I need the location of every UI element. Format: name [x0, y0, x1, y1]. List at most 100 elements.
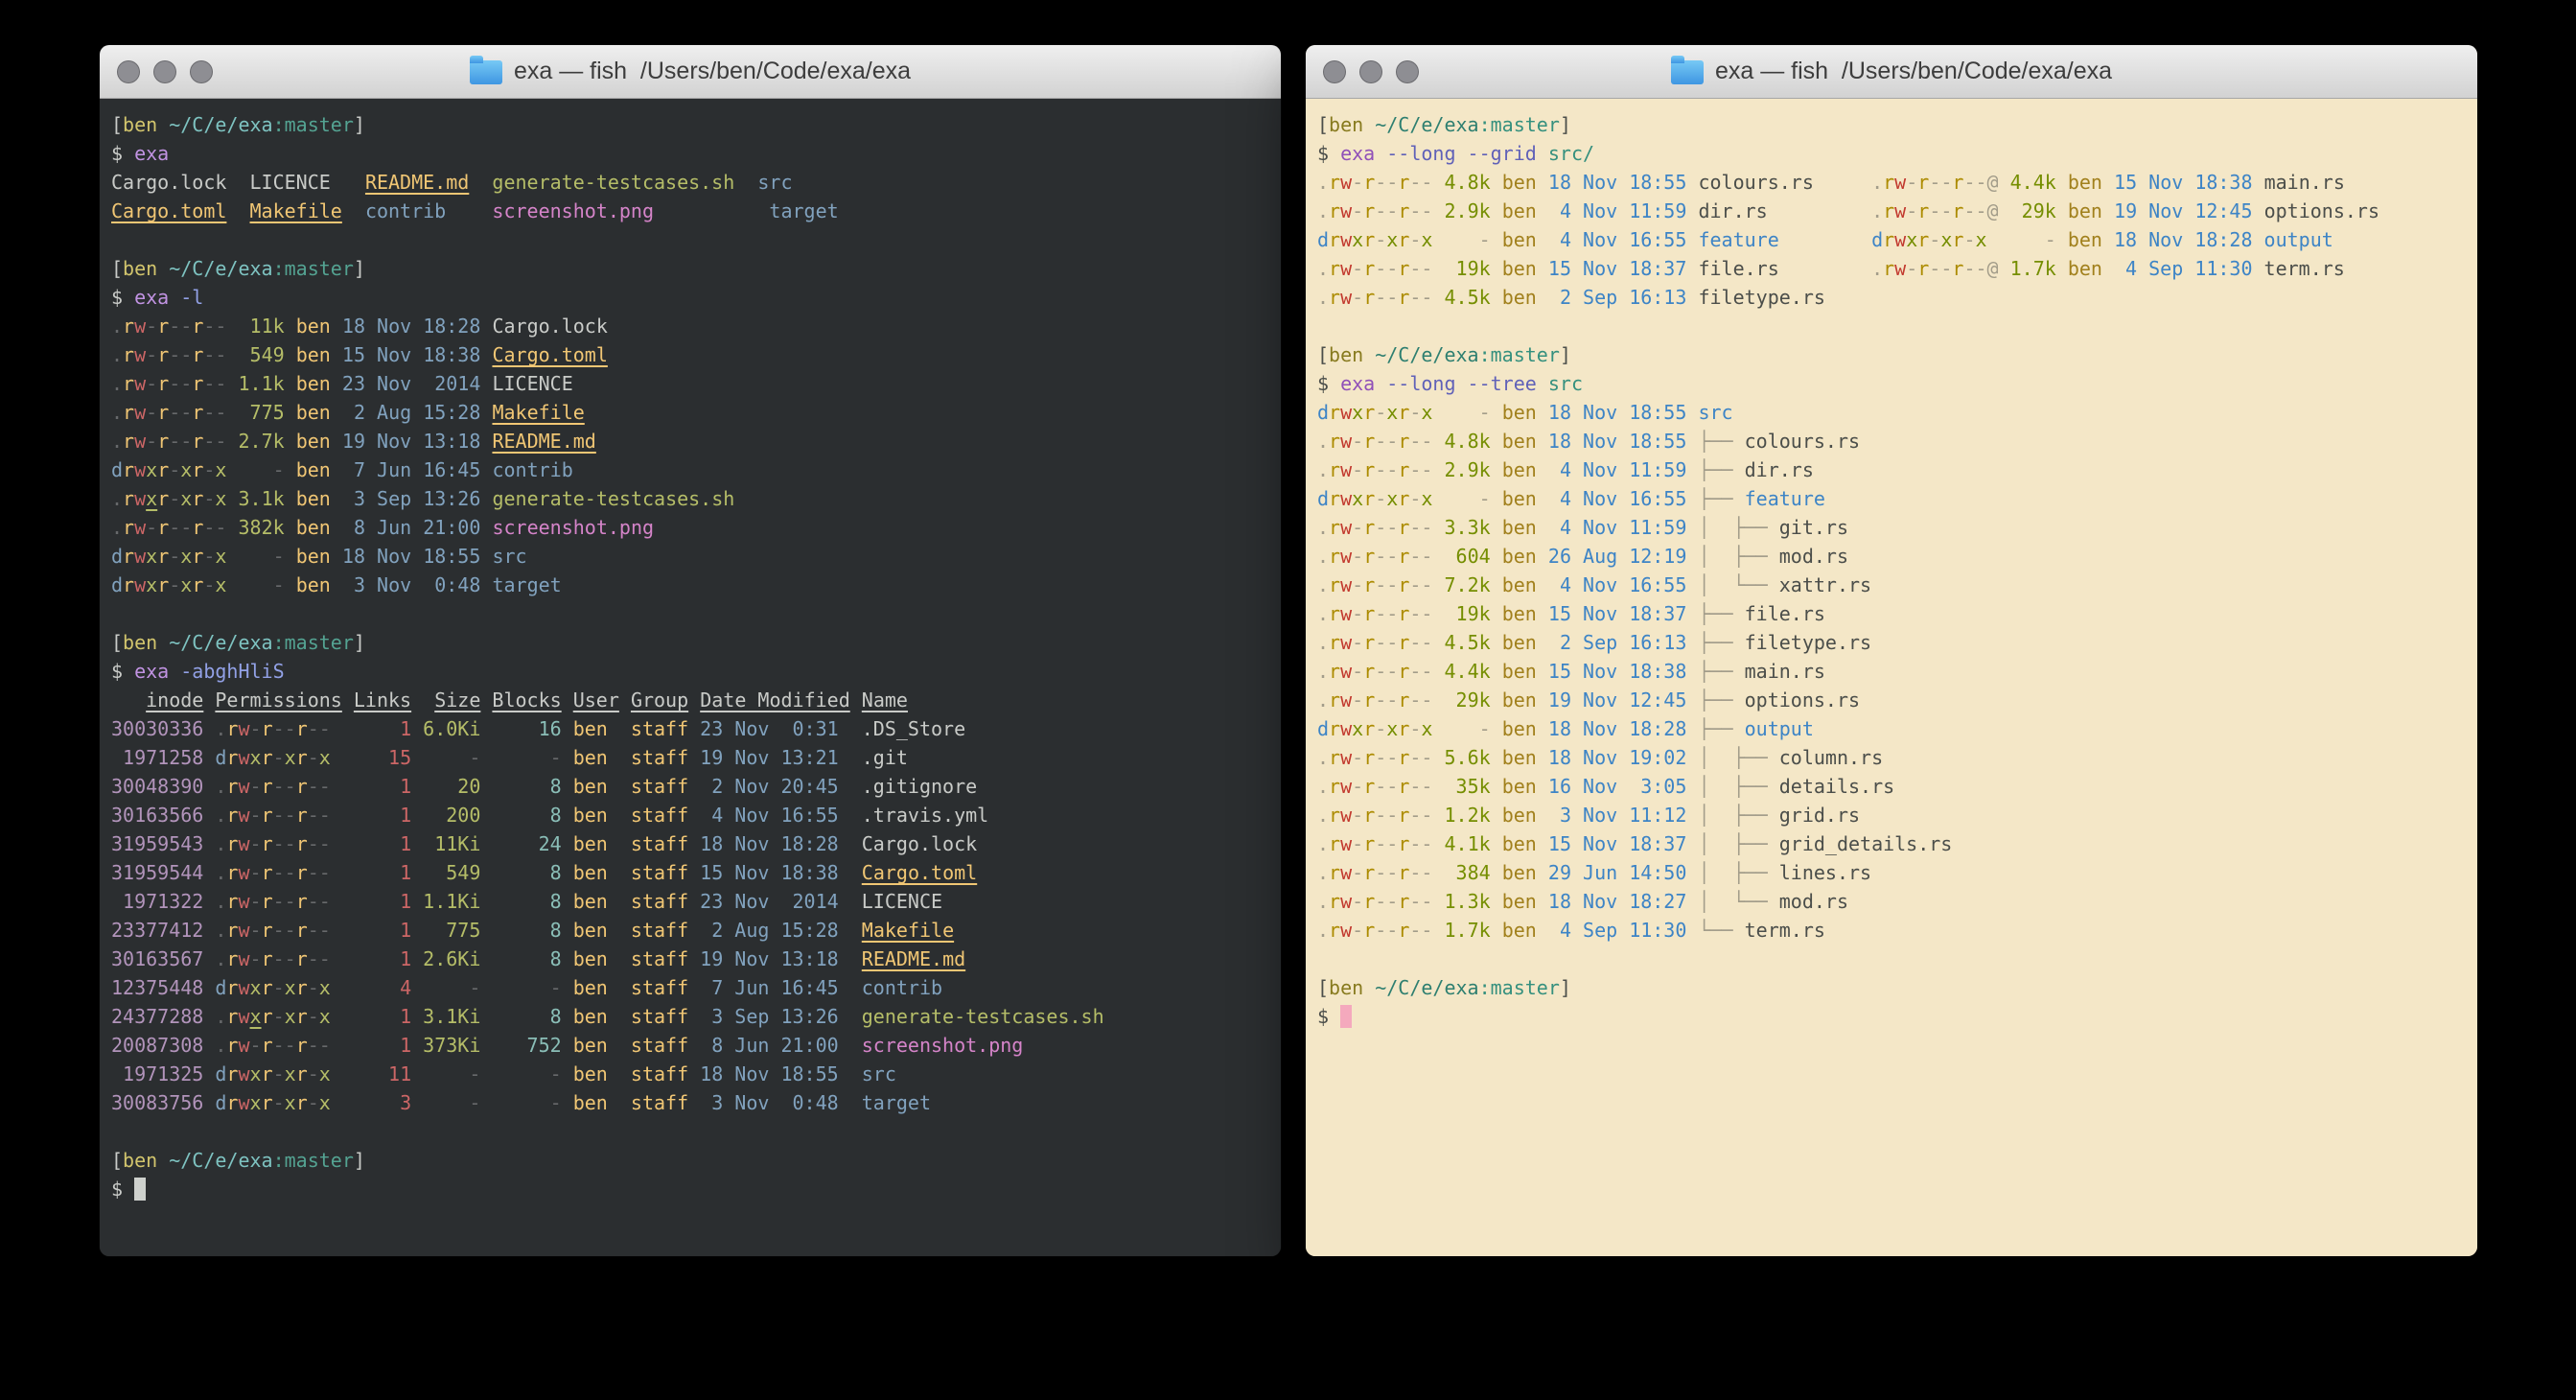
permission-bit: r — [1398, 430, 1409, 453]
text-segment: ben — [1491, 573, 1537, 596]
permission-bit: d — [1871, 228, 1883, 251]
text-segment: ben — [1491, 199, 1537, 222]
permission-bit: r — [1952, 171, 1963, 194]
text-segment: ben — [1329, 976, 1363, 999]
close-button-icon[interactable] — [1323, 60, 1346, 83]
permission-bit: - — [1352, 832, 1363, 855]
text-segment: 8 — [480, 861, 561, 884]
permission-bit: - — [146, 516, 157, 539]
text-segment: src — [1686, 401, 1732, 424]
terminal-line: [ben ~/C/e/exa:master] — [1317, 973, 2466, 1002]
text-segment: grid.rs — [1779, 804, 1860, 827]
text-segment: 384 — [1432, 861, 1490, 884]
minimize-button-icon[interactable] — [1359, 60, 1382, 83]
permission-bit: - — [273, 832, 285, 855]
permission-bit: - — [1976, 199, 1987, 222]
terminal-output[interactable]: [ben ~/C/e/exa:master]$ exa --long --gri… — [1306, 99, 2477, 1256]
text-segment: :master — [273, 1149, 354, 1172]
text-segment: 8 — [480, 775, 561, 798]
permission-bit: - — [285, 947, 296, 970]
permission-bit: w — [238, 1091, 249, 1114]
text-segment: 4 Nov 11:59 — [1537, 458, 1687, 481]
text-segment: 18 Nov 18:55 — [688, 1062, 839, 1085]
permission-bit: r — [1363, 516, 1375, 539]
permission-bit: - — [273, 890, 285, 913]
permission-bit: r — [1329, 401, 1340, 424]
text-segment: $ — [111, 142, 134, 165]
permission-bit: - — [215, 343, 226, 366]
text-segment: ] — [1560, 976, 1571, 999]
zoom-button-icon[interactable] — [190, 60, 213, 83]
text-segment: ben staff — [562, 717, 688, 740]
text-segment — [480, 688, 492, 712]
text-segment: contrib — [365, 199, 446, 222]
text-segment: Name — [862, 688, 908, 712]
permission-bit: x — [1421, 401, 1432, 424]
text-segment: │ ├── — [1686, 861, 1778, 884]
permission-bit: - — [169, 573, 180, 596]
permission-bit: - — [203, 401, 215, 424]
cursor-block — [1340, 1005, 1352, 1028]
text-segment: Blocks — [492, 688, 561, 712]
permission-bit: - — [308, 919, 319, 942]
permission-bit: - — [250, 890, 262, 913]
permission-bit: d — [215, 1062, 226, 1085]
permission-bit: x — [1386, 228, 1398, 251]
permission-bit: r — [1329, 804, 1340, 827]
text-segment: 24 — [480, 832, 561, 855]
titlebar[interactable]: exa — fish /Users/ben/Code/exa/exa — [1306, 45, 2477, 99]
permission-bit: x — [1421, 228, 1432, 251]
permission-bit: - — [1352, 775, 1363, 798]
text-segment: ben — [1491, 746, 1537, 769]
permission-bit: - — [1940, 199, 1952, 222]
permission-bit: r — [296, 1034, 308, 1057]
permission-bit: - — [1375, 228, 1386, 251]
permission-bit: - — [1421, 286, 1432, 309]
terminal-line: 31959543 .rw-r--r-- 1 11Ki 24 ben staff … — [111, 829, 1269, 858]
text-segment: 20087308 — [111, 1034, 203, 1057]
permission-bit: x — [285, 1062, 296, 1085]
zoom-button-icon[interactable] — [1396, 60, 1419, 83]
permission-bit: - — [1409, 573, 1421, 596]
permission-bit: - — [250, 775, 262, 798]
permission-bit: r — [1398, 257, 1409, 280]
text-segment: contrib — [839, 976, 942, 999]
permission-bit: r — [1398, 573, 1409, 596]
permission-bit: w — [134, 430, 146, 453]
permission-bit: - — [1352, 919, 1363, 942]
terminal-line: 30163566 .rw-r--r-- 1 200 8 ben staff 4 … — [111, 801, 1269, 829]
permission-bit: - — [203, 315, 215, 338]
permission-bit: r — [1398, 228, 1409, 251]
text-segment: git.rs — [1779, 516, 1848, 539]
permission-bit: x — [215, 545, 226, 568]
terminal-output[interactable]: [ben ~/C/e/exa:master]$ exaCargo.lock LI… — [100, 99, 1281, 1256]
titlebar[interactable]: exa — fish /Users/ben/Code/exa/exa — [100, 45, 1281, 99]
permission-bit: - — [273, 1005, 285, 1028]
text-segment: 3 Nov 11:12 — [1537, 804, 1687, 827]
text-segment: :master — [273, 257, 354, 280]
text-segment: ben — [1491, 717, 1537, 740]
permission-bit: - — [1386, 171, 1398, 194]
text-segment: README.md — [492, 430, 595, 453]
terminal-line: 23377412 .rw-r--r-- 1 775 8 ben staff 2 … — [111, 916, 1269, 945]
permission-bit: - — [1409, 602, 1421, 625]
terminal-line: 1971322 .rw-r--r-- 1 1.1Ki 8 ben staff 2… — [111, 887, 1269, 916]
permission-bit: - — [1421, 746, 1432, 769]
permission-bit: r — [192, 343, 203, 366]
permission-bit: w — [134, 545, 146, 568]
minimize-button-icon[interactable] — [153, 60, 176, 83]
terminal-line: [ben ~/C/e/exa:master] — [111, 1146, 1269, 1175]
permission-bit: r — [1363, 660, 1375, 683]
permission-bit: r — [262, 1062, 273, 1085]
text-segment: ben — [285, 545, 331, 568]
text-segment: 31959544 — [111, 861, 203, 884]
text-segment — [1537, 142, 1548, 165]
text-segment: 4 Nov 16:55 — [1537, 228, 1687, 251]
text-segment: ] — [354, 1149, 365, 1172]
permission-bit: - — [1409, 257, 1421, 280]
permission-bit: r — [1398, 919, 1409, 942]
permission-bit: . — [111, 372, 123, 395]
close-button-icon[interactable] — [117, 60, 140, 83]
text-segment — [480, 430, 492, 453]
text-segment: ben — [123, 631, 157, 654]
